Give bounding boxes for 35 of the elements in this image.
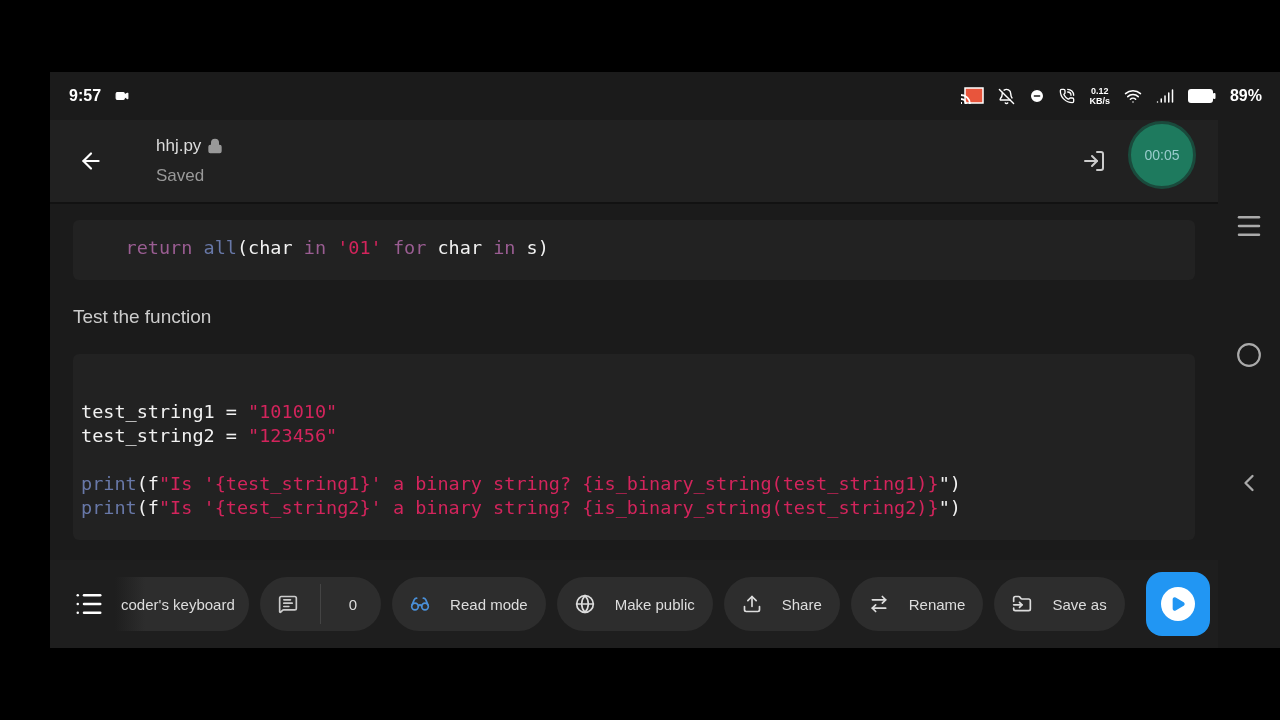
glasses-icon — [410, 594, 431, 614]
video-camera-icon — [115, 89, 130, 103]
section-text: Test the function — [73, 306, 213, 328]
network-speed: 0.12 KB/s — [1089, 86, 1110, 106]
comment-icon — [277, 594, 298, 614]
clock: 9:57 — [69, 87, 102, 105]
signal-icon — [1155, 87, 1174, 105]
save-status: Saved — [156, 166, 206, 186]
share-button[interactable]: Share — [723, 577, 840, 631]
save-as-button[interactable]: Save as — [994, 577, 1125, 631]
save-as-icon — [1012, 594, 1033, 614]
lock-icon — [207, 138, 224, 154]
home-icon[interactable] — [1236, 341, 1262, 368]
comment-count: 0 — [347, 595, 359, 613]
do-not-disturb-icon — [1029, 88, 1046, 104]
rename-button[interactable]: Rename — [850, 577, 984, 631]
code-line: test_string2 = "123456" — [81, 424, 339, 448]
share-icon — [741, 594, 762, 614]
code-line: print(f"Is '{test_string1}' a binary string? {is_binary_string(test_string1)}") — [81, 472, 962, 496]
globe-icon — [574, 594, 595, 614]
battery-icon — [1187, 88, 1216, 104]
phone-icon — [1059, 88, 1076, 104]
wifi-icon — [1123, 87, 1142, 105]
battery-percent: 89% — [1229, 87, 1262, 105]
cast-icon — [960, 87, 985, 105]
code-line: return all(char in '01' for char in s) — [124, 236, 550, 260]
read-button[interactable]: Read mode — [392, 577, 546, 631]
enter-icon[interactable] — [1082, 149, 1106, 173]
code-line: test_string1 = "101010" — [81, 400, 339, 424]
bell-off-icon — [998, 87, 1016, 105]
comments-button[interactable]: 0 — [259, 577, 382, 631]
file-name: hhj.py — [156, 136, 202, 156]
code-line: print(f"Is '{test_string2}' a binary string? {is_binary_string(test_string2)}") — [81, 496, 962, 520]
make-public-button[interactable]: Make public — [556, 577, 713, 631]
run-button[interactable] — [1145, 572, 1210, 636]
